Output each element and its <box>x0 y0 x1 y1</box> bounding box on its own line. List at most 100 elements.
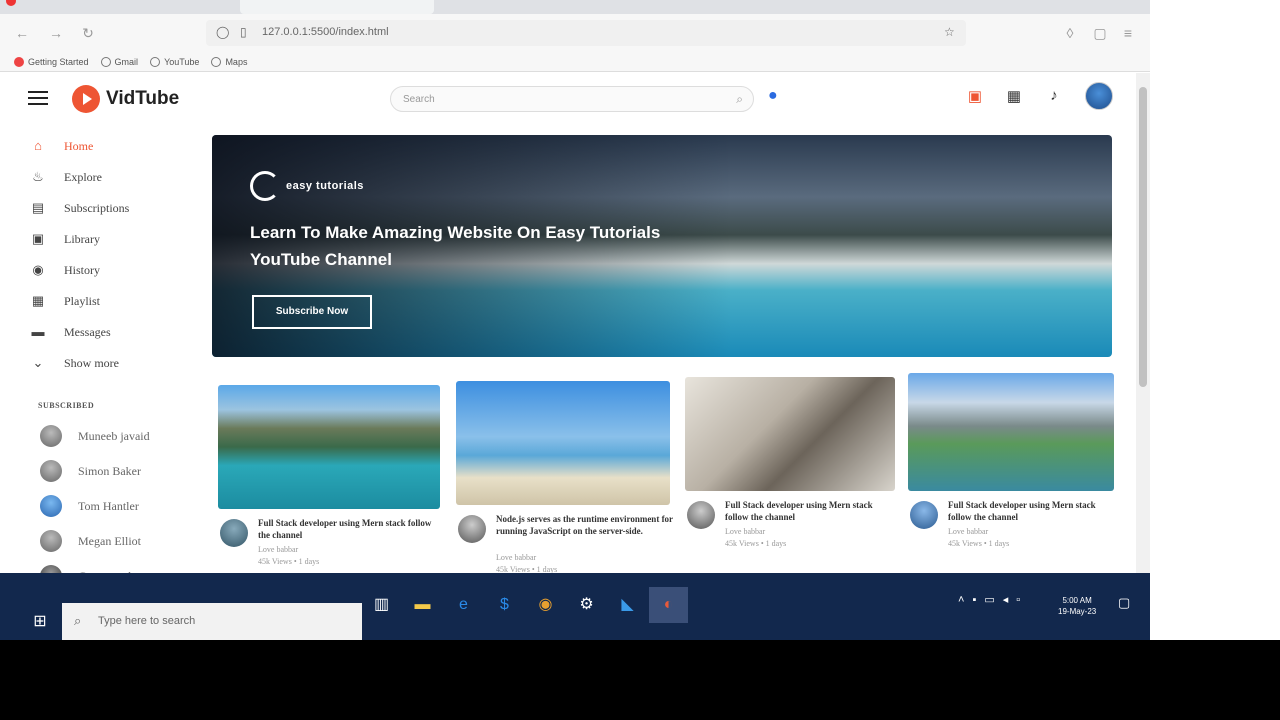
taskbar-clock[interactable]: 5:00 AM 19-May-23 <box>1058 595 1096 617</box>
easy-tutorials-brand: easy tutorials <box>250 171 364 201</box>
video-meta: 45k Views • 1 days <box>725 539 787 548</box>
subscription-item[interactable]: Tom Hantler <box>40 495 139 517</box>
search-input[interactable]: Search <box>403 94 435 105</box>
video-card[interactable]: Node.js serves as the runtime environmen… <box>456 381 678 583</box>
bell-icon[interactable]: ♪ <box>1044 87 1064 107</box>
video-thumbnail[interactable] <box>456 381 670 505</box>
shield-icon: ◯ <box>216 25 230 39</box>
file-explorer-icon[interactable]: ▬ <box>403 587 442 623</box>
video-title[interactable]: Full Stack developer using Mern stack fo… <box>948 499 1118 523</box>
taskbar-search-input[interactable]: Type here to search <box>98 615 195 627</box>
sidebar-item-label: Home <box>64 138 94 153</box>
sidebar-item-messages[interactable]: ▬ Messages <box>30 324 111 340</box>
battery-icon[interactable]: ▭ <box>984 593 994 606</box>
vscode-icon[interactable]: ◣ <box>608 587 647 623</box>
banner-heading: Learn To Make Amazing Website On Easy Tu… <box>250 223 661 269</box>
url-bar[interactable]: ◯ ▯ 127.0.0.1:5500/index.html ☆ <box>206 20 966 46</box>
forward-icon[interactable]: → <box>46 23 66 43</box>
avatar <box>40 530 62 552</box>
globe-icon <box>100 56 111 67</box>
bookmark-label: Getting Started <box>28 56 89 67</box>
search-icon: ⌕ <box>74 613 82 628</box>
video-info: Full Stack developer using Mern stack fo… <box>908 499 1130 569</box>
sidebar-item-show-more[interactable]: ⌄ Show more <box>30 355 119 371</box>
channel-name[interactable]: Love babbar <box>496 553 536 562</box>
channel-avatar[interactable] <box>220 519 248 547</box>
video-thumbnail[interactable] <box>685 377 895 491</box>
sidebar-item-history[interactable]: ◉ History <box>30 262 100 278</box>
browser-navbar: ← → ↻ ◯ ▯ 127.0.0.1:5500/index.html ☆ ◊ … <box>0 14 1150 52</box>
app-menu-icon[interactable]: ≡ <box>1118 23 1138 43</box>
video-title[interactable]: Full Stack developer using Mern stack fo… <box>725 499 895 523</box>
language-icon[interactable]: ▫ <box>1016 594 1020 606</box>
avatar <box>40 425 62 447</box>
bookmark-youtube[interactable]: YouTube <box>150 56 199 67</box>
edge-icon[interactable]: e <box>444 587 483 623</box>
windows-start-icon[interactable]: ⊞ <box>20 603 60 640</box>
channel-avatar[interactable] <box>687 501 715 529</box>
browser-tab[interactable] <box>240 0 434 14</box>
search-icon[interactable]: ⌕ <box>736 92 743 107</box>
back-icon[interactable]: ← <box>12 23 32 43</box>
microphone-icon[interactable]: ● <box>768 87 782 109</box>
network-icon[interactable]: ▪ <box>972 594 976 606</box>
star-icon[interactable]: ☆ <box>944 25 955 39</box>
tab-strip <box>0 0 1150 14</box>
channel-avatar[interactable] <box>910 501 938 529</box>
channel-name[interactable]: Love babbar <box>725 527 765 536</box>
firefox-icon[interactable]: ◐ <box>649 587 688 623</box>
pocket-icon[interactable]: ◊ <box>1060 23 1080 43</box>
notification-icon[interactable]: ▢ <box>1118 595 1130 611</box>
sidebar-item-label: Library <box>64 231 100 246</box>
sidebar-item-playlist[interactable]: ▦ Playlist <box>30 293 100 309</box>
settings-gear-icon[interactable]: ⚙ <box>567 587 606 623</box>
sidebar-item-label: History <box>64 262 100 277</box>
subscribe-now-button[interactable]: Subscribe Now <box>252 295 372 329</box>
logo[interactable]: VidTube <box>72 85 179 113</box>
sidebar-item-label: Subscriptions <box>64 200 130 215</box>
apps-grid-icon[interactable]: ▦ <box>1004 87 1024 107</box>
subscription-item[interactable]: Simon Baker <box>40 460 141 482</box>
subscription-item[interactable]: Muneeb javaid <box>40 425 150 447</box>
chrome-icon[interactable]: ◉ <box>526 587 565 623</box>
page-scrollbar[interactable] <box>1136 73 1150 573</box>
scrollbar-thumb[interactable] <box>1139 87 1147 387</box>
video-card[interactable]: Full Stack developer using Mern stack fo… <box>685 377 907 569</box>
task-view-icon[interactable]: ▥ <box>362 587 401 623</box>
video-thumbnail[interactable] <box>218 385 440 509</box>
video-title[interactable]: Node.js serves as the runtime environmen… <box>496 513 676 537</box>
reload-icon[interactable]: ↻ <box>78 23 98 43</box>
video-card[interactable]: Full Stack developer using Mern stack fo… <box>218 385 440 587</box>
upload-video-icon[interactable]: ▣ <box>965 87 985 107</box>
channel-avatar[interactable] <box>458 515 486 543</box>
volume-icon[interactable]: ◂ <box>1003 593 1009 606</box>
hamburger-menu-icon[interactable] <box>28 91 48 105</box>
avatar <box>40 495 62 517</box>
channel-name[interactable]: Love babbar <box>258 545 298 554</box>
store-icon[interactable]: $ <box>485 587 524 623</box>
sidebar-item-library[interactable]: ▣ Library <box>30 231 100 247</box>
subscription-name: Megan Elliot <box>78 533 141 548</box>
video-title[interactable]: Full Stack developer using Mern stack fo… <box>258 517 438 541</box>
bookmark-getting-started[interactable]: Getting Started <box>14 56 89 67</box>
sidebar-item-home[interactable]: ⌂ Home <box>30 138 93 154</box>
chevron-up-icon[interactable]: ˄ <box>958 594 964 606</box>
sidebar-item-explore[interactable]: ♨ Explore <box>30 169 102 185</box>
globe-icon <box>211 56 222 67</box>
monitor-bezel-right <box>1150 0 1280 720</box>
bookmark-gmail[interactable]: Gmail <box>100 56 138 67</box>
sidebar-item-subscriptions[interactable]: ▤ Subscriptions <box>30 200 130 216</box>
subscription-item[interactable]: Megan Elliot <box>40 530 141 552</box>
windows-taskbar: ⊞ ⌕ Type here to search ▥ ▬ e $ ◉ ⚙ ◣ ◐ … <box>0 573 1150 640</box>
video-card[interactable]: Full Stack developer using Mern stack fo… <box>908 373 1130 569</box>
video-info: Full Stack developer using Mern stack fo… <box>685 499 907 569</box>
search-box[interactable]: Search ⌕ <box>390 86 754 112</box>
avatar <box>40 460 62 482</box>
user-avatar[interactable] <box>1085 82 1113 110</box>
taskbar-search-box[interactable]: ⌕ Type here to search <box>62 603 362 640</box>
bookmark-maps[interactable]: Maps <box>211 56 247 67</box>
video-thumbnail[interactable] <box>908 373 1114 491</box>
extensions-icon[interactable]: ▢ <box>1090 23 1110 43</box>
channel-name[interactable]: Love babbar <box>948 527 988 536</box>
window-close-dot[interactable] <box>6 0 16 6</box>
